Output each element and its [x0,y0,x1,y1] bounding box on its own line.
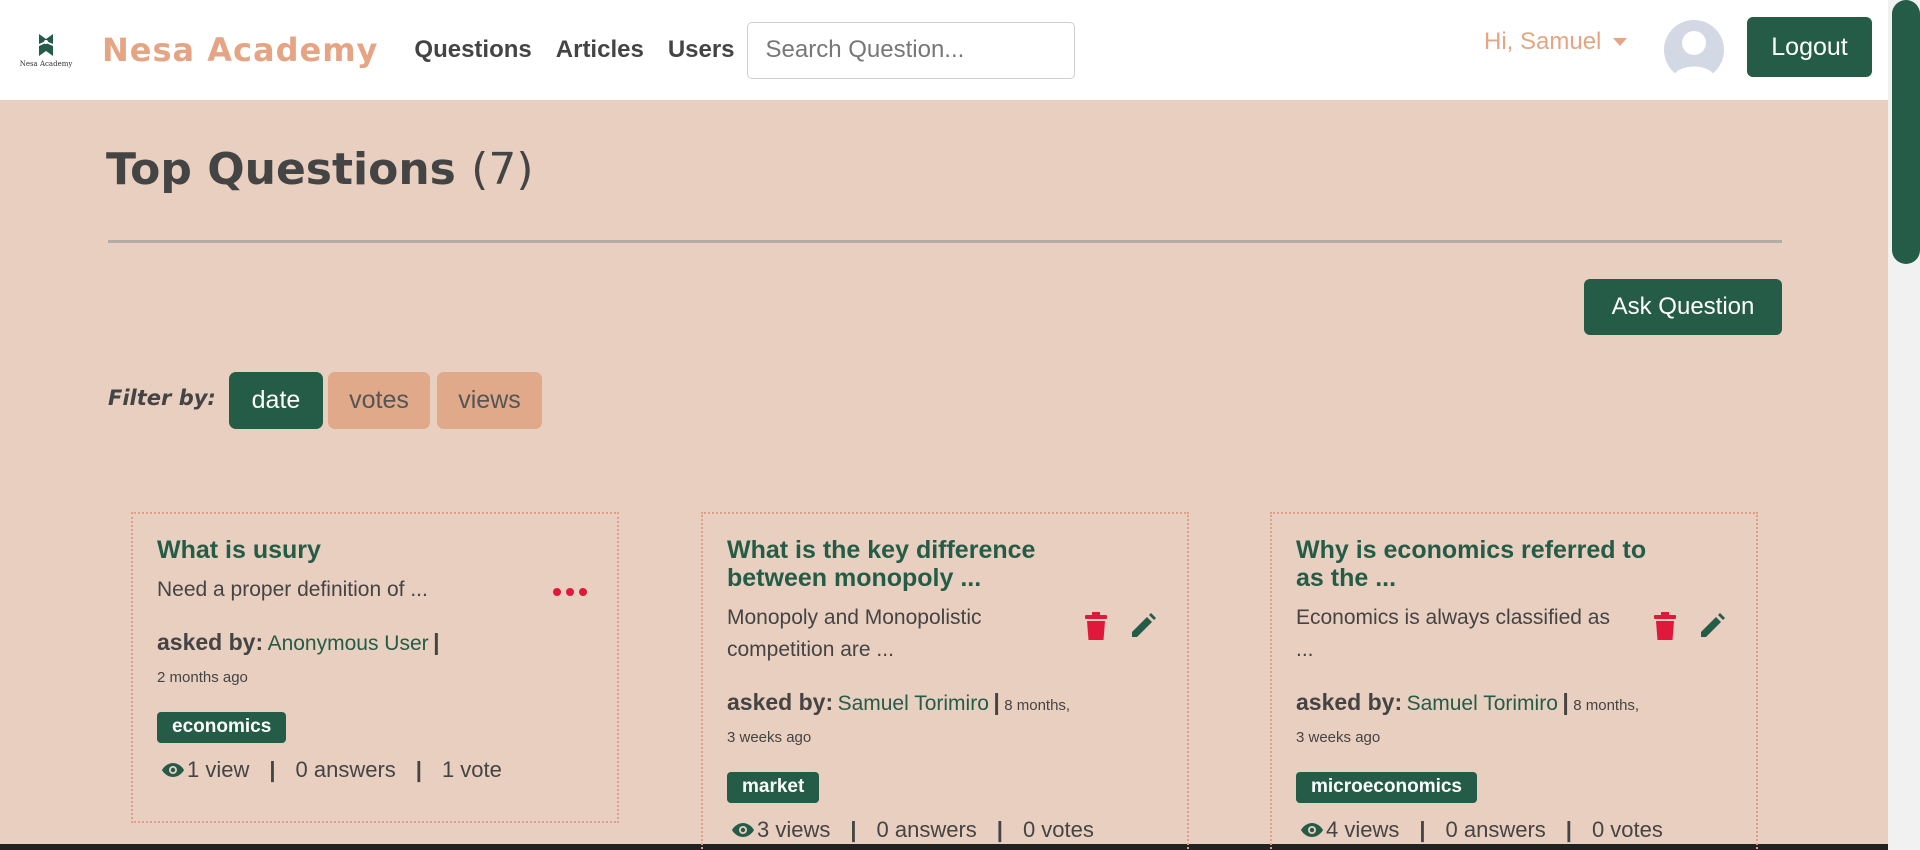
question-excerpt: Monopoly and Monopolistic competition ar… [727,606,982,661]
asked-by-label: asked by: [1296,689,1403,715]
question-title[interactable]: What is the key difference between monop… [727,536,1087,592]
question-excerpt: Economics is always classified as ... [1296,606,1610,661]
views-count: 1 view [187,757,250,782]
nav-link-questions[interactable]: Questions [414,36,531,64]
asked-by: asked by: Samuel Torimiro | 8 months, [727,686,1163,722]
asked-by: asked by: Samuel Torimiro | 8 months, [1296,686,1732,722]
question-count: (7) [471,144,534,195]
asked-by-label: asked by: [727,689,834,715]
eye-icon [162,763,184,777]
scrollbar-thumb[interactable] [1892,0,1920,264]
logo-mark-icon [39,34,53,56]
brand-name[interactable]: Nesa Academy [102,31,378,69]
timestamp: 8 months, [1004,697,1071,714]
answers-count: 0 answers [1445,817,1546,842]
votes-count: 0 votes [1022,817,1094,842]
filter-votes-button[interactable]: votes [328,372,430,429]
eye-icon [732,823,754,837]
trash-icon[interactable] [1654,612,1676,640]
nav-link-users[interactable]: Users [668,36,735,64]
nav-link-articles[interactable]: Articles [556,36,644,64]
filter-label: Filter by: [108,386,216,410]
logo[interactable]: Nesa Academy [18,25,74,75]
logout-button[interactable]: Logout [1747,17,1872,77]
separator: | [1562,689,1569,715]
timestamp: 8 months, [1573,697,1640,714]
views-count: 3 views [757,817,831,842]
question-stats: 1 view | 0 answers | 1 vote [157,757,593,783]
tag-badge[interactable]: market [727,772,820,803]
pencil-icon[interactable] [1698,612,1726,640]
page-title: Top Questions (7) [106,144,534,195]
timestamp: 2 months ago [157,669,248,686]
filter-views-button[interactable]: views [437,372,542,429]
question-card: Why is economics referred to as the ... … [1270,512,1758,850]
user-silhouette-icon [1672,31,1716,80]
question-stats: 3 views | 0 answers | 0 votes [727,817,1163,843]
search-input[interactable] [746,21,1075,79]
asked-by: asked by: Anonymous User | [157,626,593,662]
views-count: 4 views [1326,817,1400,842]
question-excerpt: Need a proper definition of ... [157,578,428,601]
question-stats: 4 views | 0 answers | 0 votes [1296,817,1732,843]
user-menu-toggle[interactable]: Hi, Samuel [1484,28,1628,56]
author-link[interactable]: Anonymous User [268,632,429,655]
separator: | [433,629,440,655]
answers-count: 0 answers [876,817,977,842]
caret-down-icon [1613,38,1628,46]
tag-badge[interactable]: economics [157,712,287,743]
question-card: What is the key difference between monop… [701,512,1189,850]
ask-question-button[interactable]: Ask Question [1584,279,1782,335]
votes-count: 1 vote [441,757,502,782]
author-link[interactable]: Samuel Torimiro [838,692,989,715]
separator: | [993,689,1000,715]
author-link[interactable]: Samuel Torimiro [1407,692,1558,715]
trash-icon[interactable] [1085,612,1107,640]
question-card: What is usury Need a proper definition o… [131,512,619,823]
answers-count: 0 answers [295,757,396,782]
filter-date-button[interactable]: date [229,372,323,429]
greeting-text: Hi, Samuel [1484,28,1602,55]
asked-by-label: asked by: [157,629,264,655]
page-title-text: Top Questions [106,144,456,195]
more-dots-icon[interactable] [553,588,587,596]
pencil-icon[interactable] [1129,612,1157,640]
question-title[interactable]: Why is economics referred to as the ... [1296,536,1656,592]
avatar[interactable] [1664,20,1724,80]
timestamp-continued: 3 weeks ago [1296,729,1381,746]
question-title[interactable]: What is usury [157,536,517,564]
tag-badge[interactable]: microeconomics [1296,772,1477,803]
divider [108,240,1782,243]
logo-text: Nesa Academy [19,60,73,68]
timestamp-continued: 3 weeks ago [727,729,812,746]
eye-icon [1301,823,1323,837]
votes-count: 0 votes [1591,817,1663,842]
